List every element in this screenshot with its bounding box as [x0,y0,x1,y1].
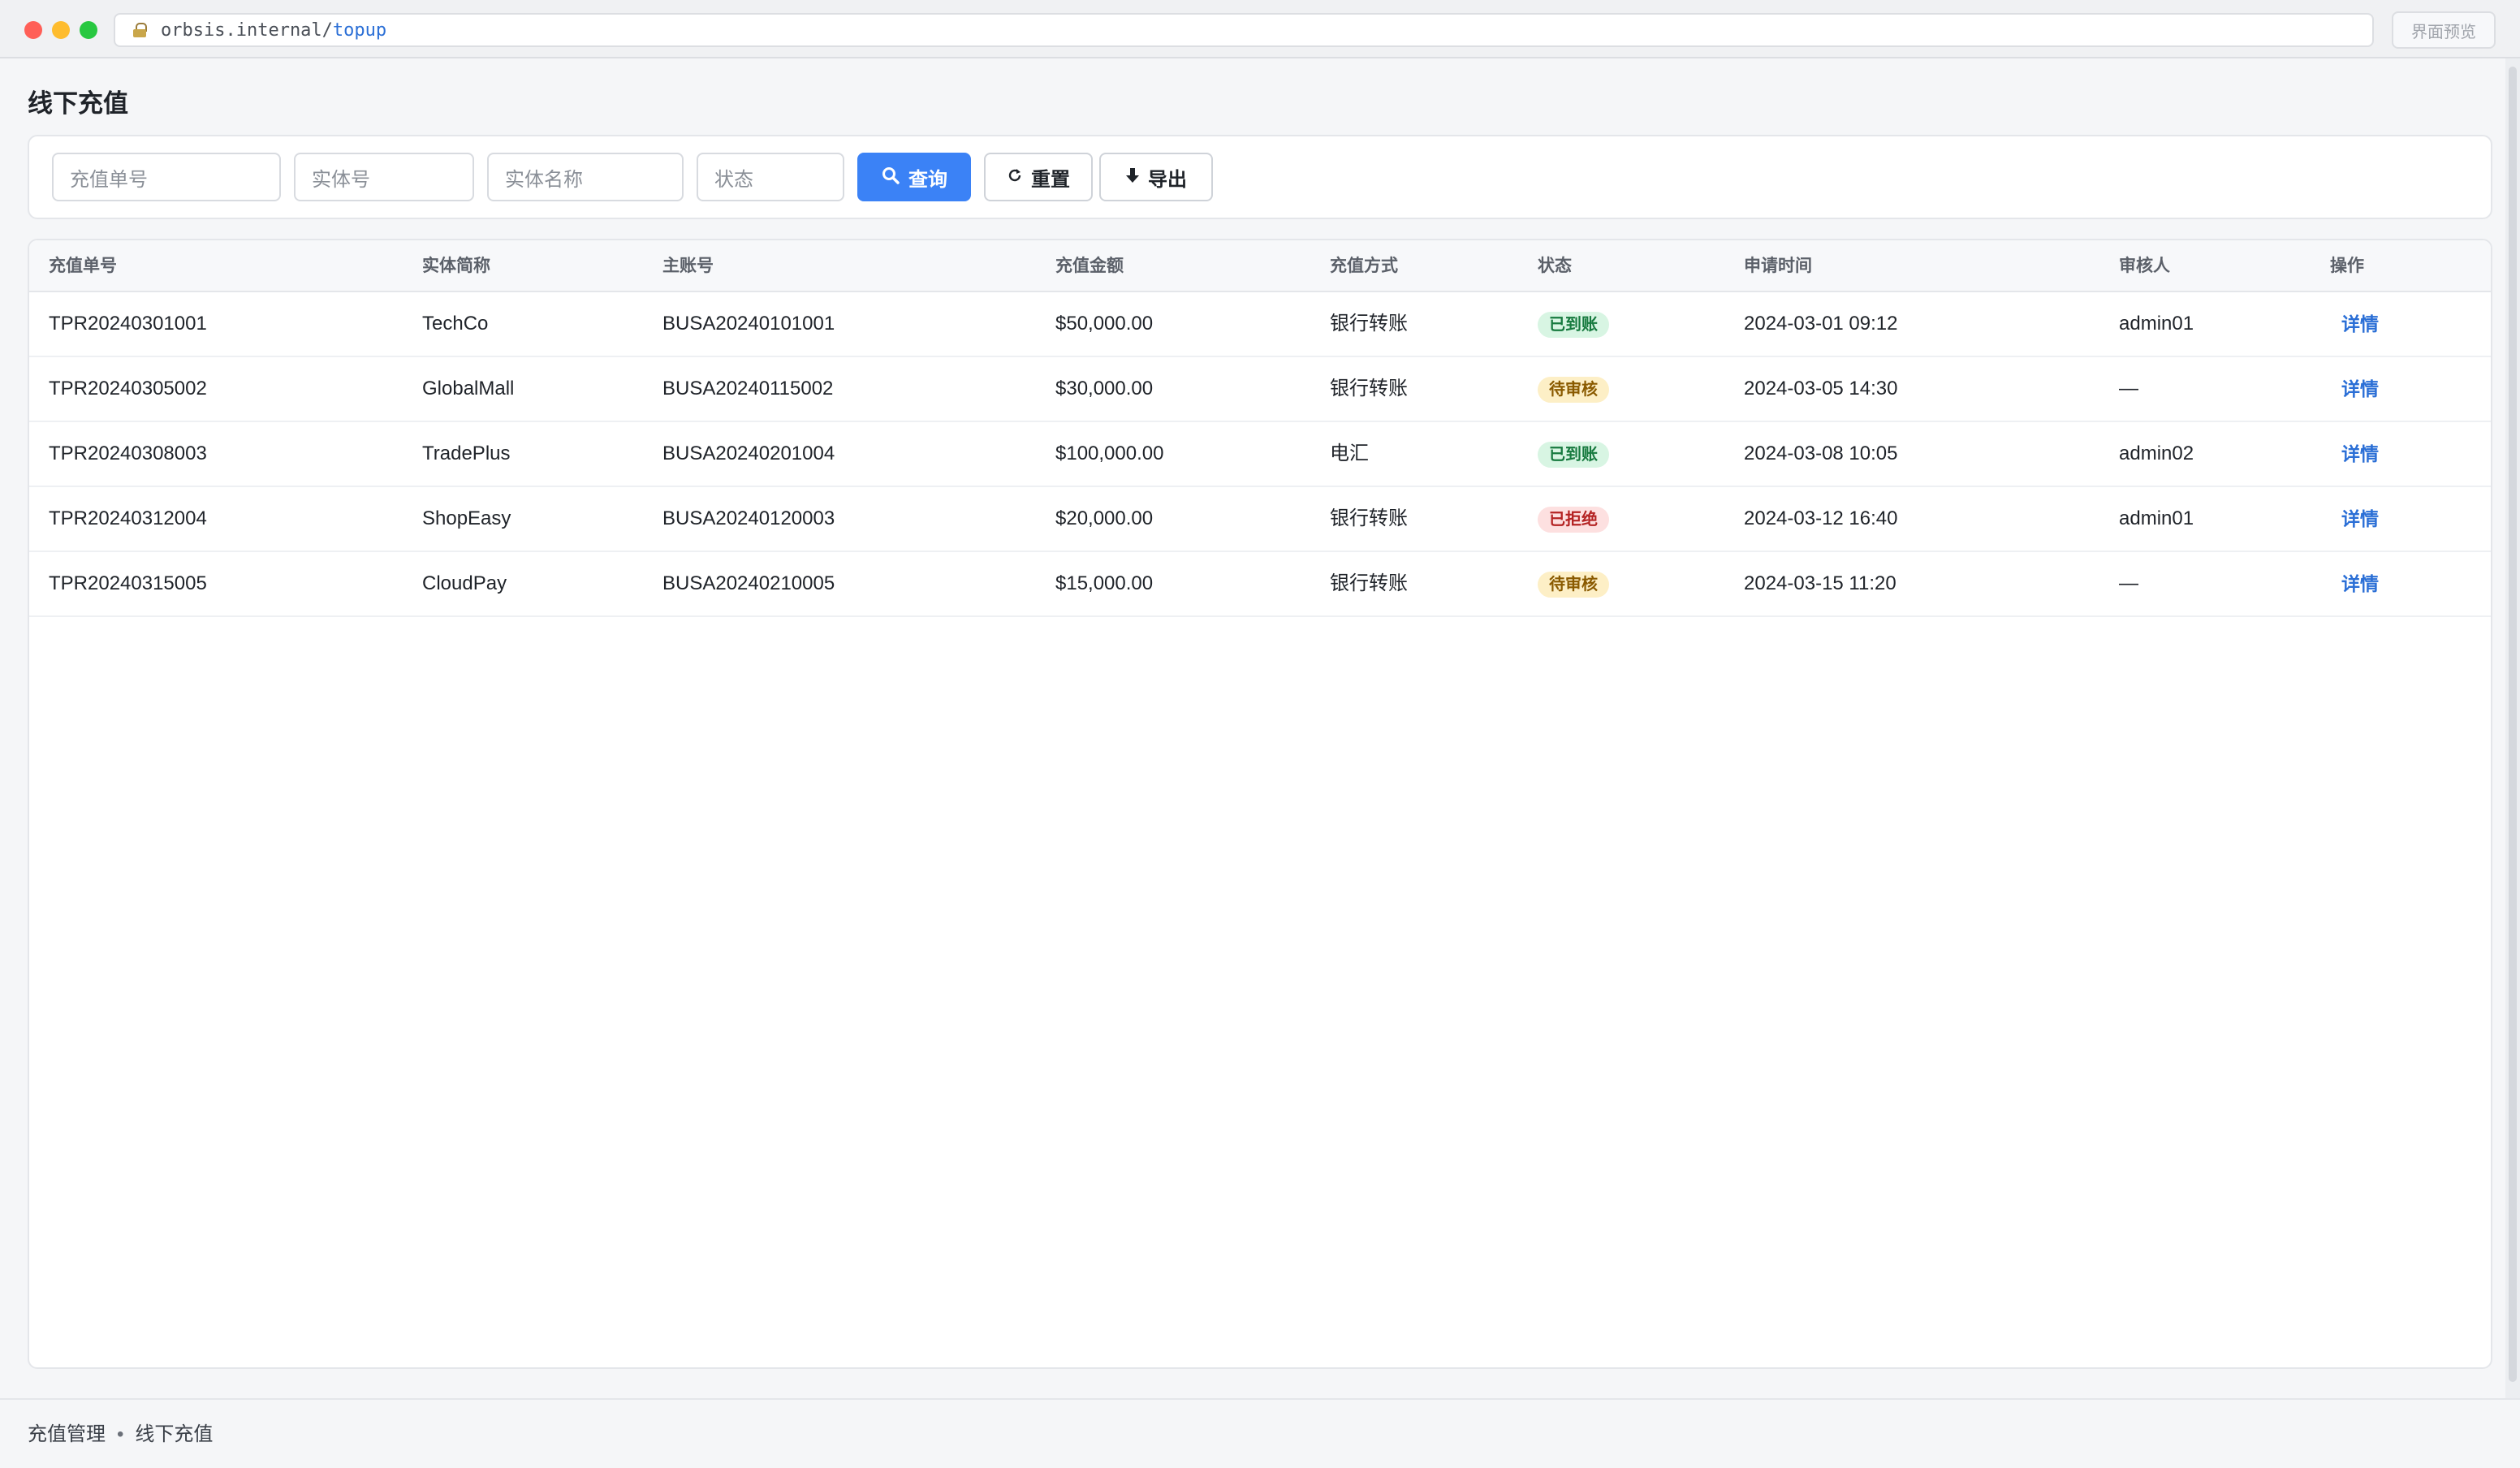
table-row[interactable]: TPR20240308003 TradePlus BUSA20240201004… [29,422,2491,487]
order-no-cell: TPR20240308003 [49,443,207,464]
status-cell: 已到账 [1538,422,1609,486]
entity-cell: TradePlus [422,443,511,464]
entity-cell: CloudPay [422,572,507,594]
account-cell: BUSA20240120003 [662,507,835,529]
entity-cell: TechCo [422,313,489,335]
entity-name-input[interactable]: 实体名称 [487,153,684,201]
magnifier-icon [881,166,900,188]
reviewer-cell: admin02 [2119,443,2194,464]
status-cell: 待审核 [1538,357,1609,421]
reviewer-cell: admin01 [2119,313,2194,335]
download-icon [1125,166,1140,188]
method-cell: 银行转账 [1330,313,1408,335]
search-button[interactable]: 查询 [857,153,971,201]
column-header[interactable]: 审核人 [2119,240,2170,292]
column-header[interactable]: 充值单号 [49,240,117,292]
app-window: orbsis.internal/topup 界面预览 线下充值 充值单号 实体号… [0,0,2520,1468]
table-row[interactable]: TPR20240315005 CloudPay BUSA20240210005 … [29,552,2491,617]
column-header[interactable]: 实体简称 [422,240,490,292]
reset-button-label: 重置 [1031,168,1070,191]
amount-cell: $20,000.00 [1055,507,1154,529]
time-cell: 2024-03-05 14:30 [1744,378,1898,399]
address-bar[interactable]: orbsis.internal/topup [114,13,2374,47]
preview-button[interactable]: 界面预览 [2392,11,2496,49]
account-cell: BUSA20240115002 [662,378,834,399]
page-title: 线下充值 [28,89,128,118]
table-row[interactable]: TPR20240301001 TechCo BUSA20240101001 $5… [29,292,2491,357]
lock-icon [133,23,147,37]
status-cell: 待审核 [1538,552,1609,615]
detail-link[interactable]: 详情 [2341,552,2379,615]
url-host: orbsis.internal/ [161,19,333,41]
column-header[interactable]: 充值方式 [1330,240,1398,292]
detail-link[interactable]: 详情 [2341,292,2379,356]
browser-toolbar: orbsis.internal/topup 界面预览 [0,0,2520,58]
detail-link[interactable]: 详情 [2341,357,2379,421]
account-cell: BUSA20240210005 [662,572,835,594]
column-header[interactable]: 申请时间 [1744,240,1812,292]
method-cell: 电汇 [1330,443,1369,464]
export-button-label: 导出 [1148,168,1187,191]
table-row[interactable]: TPR20240305002 GlobalMall BUSA2024011500… [29,357,2491,422]
status-badge: 待审核 [1538,571,1609,598]
reviewer-cell: — [2119,572,2138,594]
entity-cell: GlobalMall [422,378,515,399]
filter-panel: 充值单号 实体号 实体名称 状态 查询 重置 导出 [28,135,2492,219]
vertical-scrollbar[interactable] [2505,58,2520,1398]
minimize-window-button[interactable] [52,21,70,39]
amount-cell: $100,000.00 [1055,443,1164,464]
column-header[interactable]: 主账号 [662,240,714,292]
time-cell: 2024-03-12 16:40 [1744,507,1898,529]
order-no-input[interactable]: 充值单号 [52,153,281,201]
export-button[interactable]: 导出 [1099,153,1213,201]
time-cell: 2024-03-08 10:05 [1744,443,1898,464]
method-cell: 银行转账 [1330,507,1408,529]
maximize-window-button[interactable] [80,21,97,39]
footer-bar: 充值管理 • 线下充值 [0,1398,2520,1468]
method-cell: 银行转账 [1330,572,1408,594]
detail-link[interactable]: 详情 [2341,422,2379,486]
reviewer-cell: admin01 [2119,507,2194,529]
status-badge: 已到账 [1538,441,1609,468]
order-no-cell: TPR20240305002 [49,378,207,399]
status-badge: 已拒绝 [1538,506,1609,533]
reviewer-cell: — [2119,378,2138,399]
entity-no-input[interactable]: 实体号 [294,153,474,201]
time-cell: 2024-03-15 11:20 [1744,572,1896,594]
order-no-cell: TPR20240312004 [49,507,207,529]
breadcrumb-parent[interactable]: 充值管理 [28,1423,106,1445]
status-cell: 已到账 [1538,292,1609,356]
status-select[interactable]: 状态 [697,153,844,201]
breadcrumb-separator: • [117,1423,124,1445]
amount-cell: $50,000.00 [1055,313,1154,335]
amount-cell: $15,000.00 [1055,572,1154,594]
column-header[interactable]: 充值金额 [1055,240,1124,292]
column-header[interactable]: 状态 [1538,240,1572,292]
entity-cell: ShopEasy [422,507,511,529]
method-cell: 银行转账 [1330,378,1408,399]
breadcrumb: 充值管理 • 线下充值 [28,1400,213,1468]
account-cell: BUSA20240101001 [662,313,835,335]
table-header: 充值单号 实体简称 主账号 充值金额 充值方式 状态 申请时间 审核人 操作 [29,240,2491,292]
order-no-cell: TPR20240301001 [49,313,207,335]
status-badge: 待审核 [1538,376,1609,403]
account-cell: BUSA20240201004 [662,443,835,464]
status-cell: 已拒绝 [1538,487,1609,550]
status-badge: 已到账 [1538,311,1609,338]
order-no-cell: TPR20240315005 [49,572,207,594]
url-path: topup [332,19,387,41]
refresh-icon [1007,167,1023,187]
table-row[interactable]: TPR20240312004 ShopEasy BUSA20240120003 … [29,487,2491,552]
column-header[interactable]: 操作 [2330,240,2364,292]
scrollbar-thumb[interactable] [2509,67,2517,1382]
amount-cell: $30,000.00 [1055,378,1154,399]
reset-button[interactable]: 重置 [984,153,1093,201]
topup-table: 充值单号 实体简称 主账号 充值金额 充值方式 状态 申请时间 审核人 操作 T… [28,239,2492,1369]
search-button-label: 查询 [908,168,947,191]
breadcrumb-current: 线下充值 [135,1423,214,1445]
detail-link[interactable]: 详情 [2341,487,2379,550]
time-cell: 2024-03-01 09:12 [1744,313,1898,335]
close-window-button[interactable] [24,21,42,39]
